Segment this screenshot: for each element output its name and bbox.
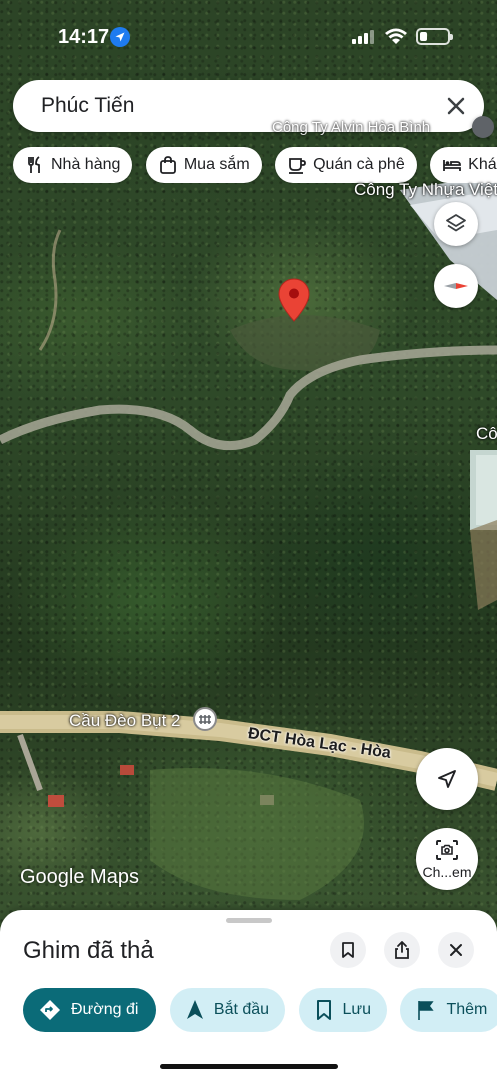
- start-button[interactable]: Bắt đầu: [169, 988, 286, 1032]
- bookmark-icon: [342, 942, 354, 958]
- restaurant-icon: [28, 156, 40, 173]
- sheet-drag-handle[interactable]: [226, 918, 272, 923]
- chip-label: Khách: [468, 156, 497, 173]
- chip-hotels[interactable]: Khách: [430, 147, 497, 183]
- chip-label: Quán cà phê: [313, 156, 405, 173]
- navigation-arrow-icon: [438, 770, 456, 788]
- clock: 14:17: [58, 26, 110, 48]
- battery-icon: [416, 28, 453, 45]
- navigation-icon: [186, 1000, 203, 1019]
- wifi-icon: [385, 28, 407, 44]
- close-icon: [450, 944, 462, 956]
- compass-button[interactable]: [434, 264, 478, 308]
- save-button[interactable]: Lưu: [298, 988, 388, 1032]
- layers-button[interactable]: [434, 202, 478, 246]
- my-location-button[interactable]: [416, 748, 478, 810]
- camera-scan-icon: [436, 839, 458, 860]
- category-chips: Nhà hàng Mua sắm Quán cà phê Khách: [13, 147, 497, 183]
- chip-shopping[interactable]: Mua sắm: [145, 147, 262, 183]
- hotel-icon: [443, 160, 462, 171]
- location-services-icon: [110, 27, 130, 47]
- place-bottom-sheet[interactable]: Ghim đã thả Đường đi Bắt đầu Lưu Thêm: [0, 910, 497, 1080]
- chip-coffee[interactable]: Quán cà phê: [275, 147, 417, 183]
- bridge-icon: [199, 715, 211, 724]
- close-icon[interactable]: [442, 92, 470, 120]
- start-label: Bắt đầu: [213, 1001, 270, 1018]
- save-label: Lưu: [342, 1001, 372, 1018]
- map-label-company-top[interactable]: Công Ty Nhựa Việt: [354, 180, 497, 200]
- home-indicator: [160, 1064, 338, 1069]
- compass-icon: [444, 283, 468, 289]
- dropped-pin-icon[interactable]: [278, 278, 310, 322]
- search-query[interactable]: Phúc Tiến: [41, 94, 134, 118]
- bookmark-icon: [316, 1000, 331, 1020]
- add-label: Thêm: [446, 1001, 488, 1018]
- directions-icon: [40, 1000, 60, 1020]
- status-bar: 14:17: [0, 0, 497, 74]
- add-button[interactable]: Thêm: [400, 988, 497, 1032]
- chip-restaurants[interactable]: Nhà hàng: [13, 147, 133, 183]
- coffee-icon: [289, 158, 306, 174]
- flag-icon: [418, 1001, 435, 1020]
- winding-road: [0, 345, 497, 451]
- bridge-marker[interactable]: [193, 707, 217, 731]
- share-button[interactable]: [384, 932, 420, 968]
- directions-button[interactable]: Đường đi: [23, 988, 157, 1032]
- map-label-company-partial[interactable]: Công Ty Alvin Hòa Bình: [272, 119, 430, 136]
- chip-label: Nhà hàng: [51, 156, 121, 173]
- close-sheet-button[interactable]: [438, 932, 474, 968]
- street-view-button[interactable]: Ch...em: [416, 828, 478, 890]
- map-label-bridge[interactable]: Cầu Đèo Bụt 2: [69, 711, 181, 731]
- place-marker-partial[interactable]: [472, 116, 494, 138]
- sheet-title: Ghim đã thả: [23, 937, 154, 964]
- cellular-signal-icon: [352, 30, 374, 44]
- chip-label: Mua sắm: [183, 156, 250, 173]
- shopping-bag-icon: [159, 156, 176, 174]
- street-view-label: Ch...em: [422, 863, 472, 880]
- share-icon: [395, 941, 409, 959]
- google-maps-logo: Google Maps: [20, 866, 139, 888]
- action-buttons: Đường đi Bắt đầu Lưu Thêm: [23, 988, 497, 1032]
- save-bookmark-button[interactable]: [330, 932, 366, 968]
- layers-icon: [446, 214, 466, 232]
- map-label-company-right[interactable]: Cô: [476, 424, 497, 444]
- directions-label: Đường đi: [71, 1001, 139, 1018]
